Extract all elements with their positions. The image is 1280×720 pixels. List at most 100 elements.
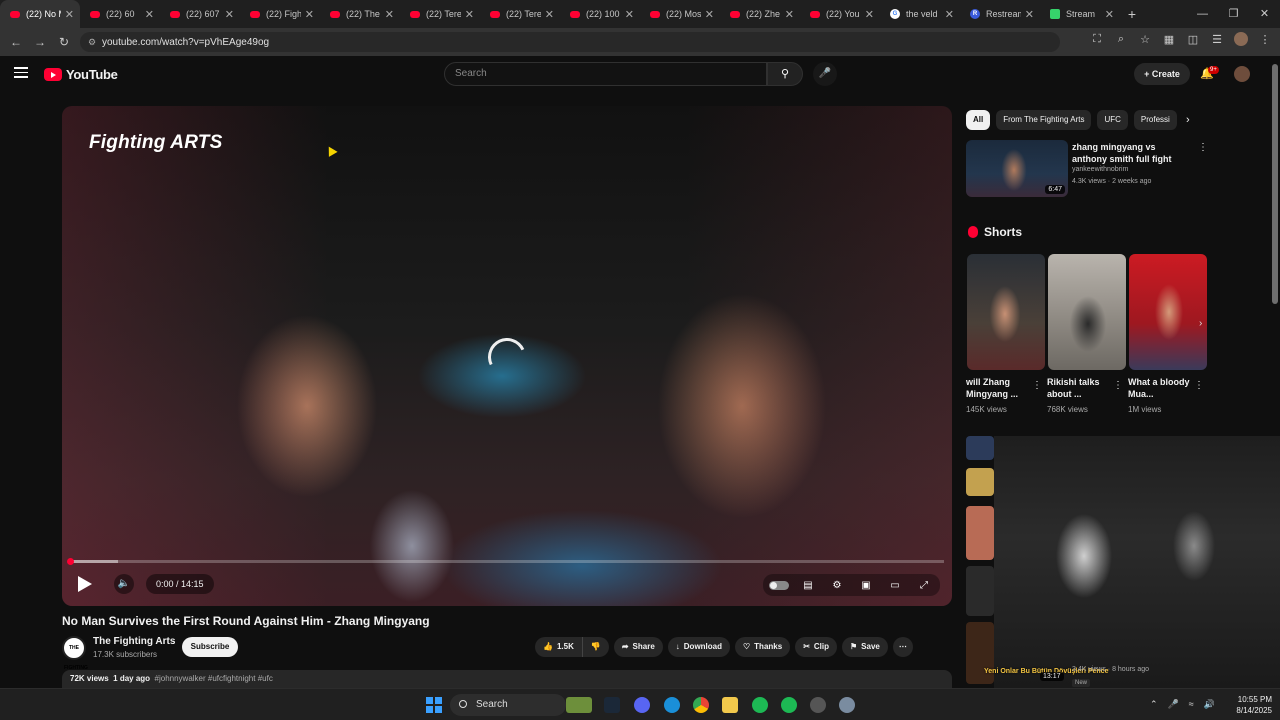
close-window-icon[interactable]: ✕: [1249, 0, 1280, 28]
browser-tab[interactable]: (22) 607 ✕: [160, 0, 240, 28]
more-actions-button[interactable]: ⋯: [892, 637, 913, 657]
filter-chip[interactable]: Professi: [1133, 110, 1177, 130]
reload-icon[interactable]: ↻: [52, 35, 76, 49]
maximize-icon[interactable]: ❐: [1218, 0, 1249, 28]
side-panel-icon[interactable]: ◫: [1186, 33, 1200, 46]
spotify-icon[interactable]: [781, 697, 797, 713]
close-tab-icon[interactable]: ✕: [1105, 8, 1114, 21]
close-tab-icon[interactable]: ✕: [625, 8, 634, 21]
recommended-thumbnail[interactable]: [966, 506, 994, 560]
short-title[interactable]: Rikishi talks about ...: [1047, 376, 1113, 400]
settings-gear-icon[interactable]: [839, 697, 855, 713]
spotify-icon[interactable]: [752, 697, 768, 713]
taskbar-clock[interactable]: 10:55 PM 8/14/2025: [1226, 694, 1272, 716]
more-dots-icon[interactable]: ⋮: [1198, 142, 1208, 153]
close-tab-icon[interactable]: ✕: [785, 8, 794, 21]
subscribe-button[interactable]: Subscribe: [182, 637, 238, 657]
menu-icon[interactable]: [14, 67, 28, 81]
profile-avatar[interactable]: [1234, 32, 1248, 46]
browser-tab[interactable]: R Restream ✕: [960, 0, 1040, 28]
browser-tab[interactable]: Gthe veld ✕: [880, 0, 960, 28]
obs-icon[interactable]: [810, 697, 826, 713]
recommended-thumbnail[interactable]: [966, 566, 994, 616]
voice-search-button[interactable]: 🎤: [813, 62, 837, 86]
browser-tab[interactable]: (22) 60 ✕: [80, 0, 160, 28]
edge-icon[interactable]: [664, 697, 680, 713]
page-scrollbar[interactable]: [1272, 64, 1278, 304]
windows-start-icon[interactable]: [426, 697, 442, 713]
close-tab-icon[interactable]: ✕: [705, 8, 714, 21]
youtube-logo[interactable]: YouTube: [44, 67, 118, 82]
hashtags[interactable]: #johnnywalker #ufcfightnight #ufc: [155, 674, 273, 683]
video-player[interactable]: Fighting ARTS 🔈 0:00 / 14:15 ▤ ⚙ ▣ ▭ ⤢: [62, 106, 952, 606]
close-tab-icon[interactable]: ✕: [305, 8, 314, 21]
close-tab-icon[interactable]: ✕: [385, 8, 394, 21]
dislike-button[interactable]: 👎: [581, 637, 609, 657]
browser-tab[interactable]: (22) The ✕: [320, 0, 400, 28]
channel-name[interactable]: The Fighting Arts: [93, 636, 175, 647]
more-dots-icon[interactable]: ⋮: [1194, 380, 1204, 391]
browser-tab[interactable]: Stream ✕: [1040, 0, 1120, 28]
short-thumbnail[interactable]: [1129, 254, 1207, 370]
save-button[interactable]: ⚑ Save: [842, 637, 888, 657]
more-dots-icon[interactable]: ⋮: [1032, 380, 1042, 391]
minimize-icon[interactable]: —: [1187, 0, 1218, 28]
close-tab-icon[interactable]: ✕: [545, 8, 554, 21]
close-tab-icon[interactable]: ✕: [865, 8, 874, 21]
recommended-thumbnail[interactable]: [966, 468, 994, 496]
settings-gear-icon[interactable]: ⚙: [827, 580, 847, 591]
filter-chip[interactable]: UFC: [1097, 110, 1128, 130]
close-tab-icon[interactable]: ✕: [145, 8, 154, 21]
browser-tab[interactable]: (22) 100 ✕: [560, 0, 640, 28]
media-control-icon[interactable]: ☰: [1210, 33, 1224, 46]
browser-tab[interactable]: (22) Tere ✕: [480, 0, 560, 28]
address-bar[interactable]: ⚙ youtube.com/watch?v=pVhEAge49og: [80, 32, 1060, 52]
chrome-icon[interactable]: [693, 697, 709, 713]
back-icon[interactable]: ←: [4, 35, 28, 49]
theater-mode-icon[interactable]: ▭: [885, 580, 905, 591]
browser-menu-icon[interactable]: ⋮: [1258, 33, 1272, 46]
miniplayer-icon[interactable]: ▣: [856, 580, 876, 591]
close-tab-icon[interactable]: ✕: [65, 8, 74, 21]
recommended-thumbnail[interactable]: [966, 436, 994, 460]
autoplay-toggle[interactable]: [769, 580, 789, 590]
close-tab-icon[interactable]: ✕: [225, 8, 234, 21]
description-box[interactable]: 72K views 1 day ago #johnnywalker #ufcfi…: [62, 670, 952, 690]
search-button[interactable]: ⚲: [767, 62, 803, 86]
search-input[interactable]: Search: [444, 62, 767, 86]
captions-icon[interactable]: ▤: [798, 580, 818, 591]
recommended-channel[interactable]: yankeewithnobrim: [1072, 166, 1128, 173]
browser-tab[interactable]: (22) Mos ✕: [640, 0, 720, 28]
install-app-icon[interactable]: ⛶: [1090, 33, 1104, 46]
channel-avatar[interactable]: THE FIGHTING: [62, 636, 88, 671]
chevron-right-icon[interactable]: ›: [1186, 114, 1190, 126]
new-tab-button[interactable]: +: [1120, 6, 1144, 22]
browser-tab[interactable]: (22) Figh ✕: [240, 0, 320, 28]
discord-icon[interactable]: [634, 697, 650, 713]
browser-tab[interactable]: (22) Tere ✕: [400, 0, 480, 28]
share-button[interactable]: ➦ Share: [613, 637, 663, 657]
scrubber-handle[interactable]: [67, 558, 74, 565]
browser-tab[interactable]: (22) Zhe ✕: [720, 0, 800, 28]
fullscreen-icon[interactable]: ⤢: [914, 580, 934, 591]
site-info-icon[interactable]: ⚙: [88, 37, 102, 48]
short-thumbnail[interactable]: [1048, 254, 1126, 370]
microphone-icon[interactable]: 🎤: [1168, 699, 1179, 710]
volume-icon[interactable]: 🔈: [114, 574, 134, 594]
file-explorer-icon[interactable]: [722, 697, 738, 713]
filter-chip[interactable]: All: [966, 110, 991, 130]
short-thumbnail[interactable]: [967, 254, 1045, 370]
speaker-icon[interactable]: 🔊: [1204, 699, 1215, 710]
chevron-right-icon[interactable]: ›: [1199, 318, 1202, 329]
steam-icon[interactable]: [604, 697, 620, 713]
bookmark-star-icon[interactable]: ☆: [1138, 33, 1152, 46]
browser-tab[interactable]: (22) You ✕: [800, 0, 880, 28]
create-button[interactable]: + Create: [1134, 63, 1190, 85]
forward-icon[interactable]: →: [28, 35, 52, 49]
extensions-icon[interactable]: ▦: [1162, 33, 1176, 46]
zoom-icon[interactable]: ⌕: [1114, 33, 1128, 46]
thanks-button[interactable]: ♡ Thanks: [735, 637, 791, 657]
close-tab-icon[interactable]: ✕: [1025, 8, 1034, 21]
play-icon[interactable]: [78, 576, 92, 592]
account-avatar[interactable]: [1234, 66, 1250, 82]
